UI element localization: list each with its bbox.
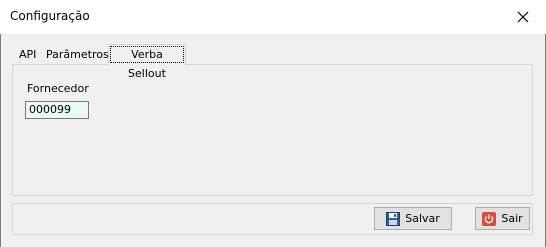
power-icon	[482, 211, 497, 226]
fornecedor-input[interactable]: 000099	[25, 101, 89, 119]
window-title: Configuração	[10, 9, 90, 23]
close-icon	[517, 11, 529, 22]
tab-parametros[interactable]: Parâmetros	[44, 46, 111, 63]
save-button[interactable]: Salvar	[374, 207, 452, 230]
fornecedor-label: Fornecedor	[27, 82, 89, 95]
button-bar	[12, 203, 533, 235]
title-bar[interactable]: Configuração	[0, 0, 546, 34]
close-button[interactable]	[500, 0, 546, 33]
save-button-label: Salvar	[405, 212, 440, 225]
window-frame-left	[0, 0, 1, 247]
tab-content-panel	[12, 64, 533, 196]
floppy-disk-icon	[386, 211, 401, 226]
exit-button-label: Sair	[501, 212, 523, 225]
tab-verba-sellout[interactable]: Verba Sellout	[108, 44, 186, 80]
exit-button[interactable]: Sair	[475, 207, 530, 230]
tab-api[interactable]: API	[17, 46, 38, 63]
